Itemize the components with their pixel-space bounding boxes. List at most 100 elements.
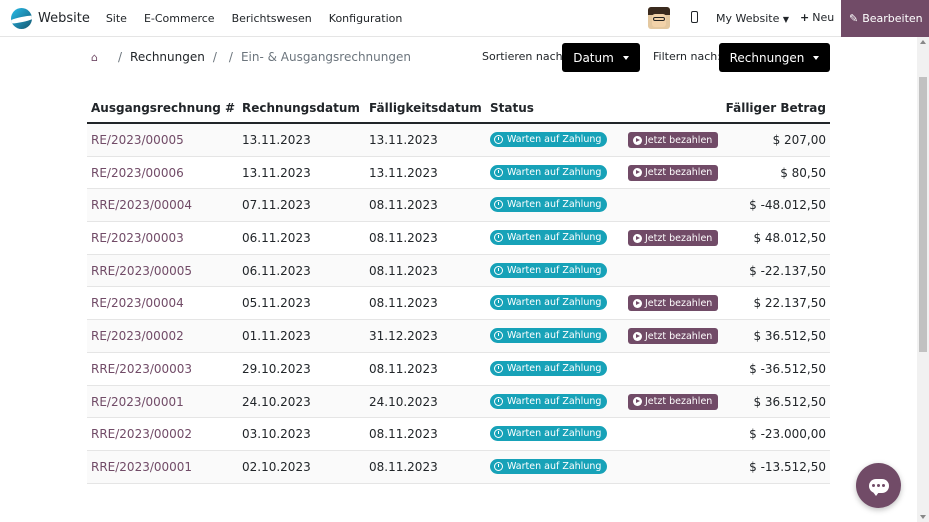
status-badge: Warten auf Zahlung <box>490 230 608 246</box>
clock-icon <box>494 461 503 471</box>
website-app-brand[interactable]: Website <box>11 7 90 29</box>
pay-now-button[interactable]: Jetzt bezahlen <box>628 230 719 247</box>
pay-now-button[interactable]: Jetzt bezahlen <box>628 328 719 345</box>
sort-dropdown[interactable]: Datum <box>562 43 640 72</box>
status-badge: Warten auf Zahlung <box>490 262 608 278</box>
amount-due: $ 36.512,50 <box>753 394 826 409</box>
clock-icon <box>494 200 503 210</box>
invoice-date: 13.11.2023 <box>242 133 311 147</box>
caret-down-icon <box>813 55 820 60</box>
invoice-number-link[interactable]: RRE/2023/00004 <box>91 198 192 212</box>
pencil-icon: ✎ <box>849 12 859 25</box>
scroll-up-arrow-icon[interactable] <box>920 40 926 44</box>
plus-icon: + <box>800 11 810 24</box>
table-row[interactable]: RE/2023/00001 24.10.2023 24.10.2023 Warten … <box>87 385 830 419</box>
invoice-table: Ausgangsrechnung # Rechnungsdatum Fällig… <box>87 93 830 484</box>
amount-due: $ -23.000,00 <box>749 427 826 442</box>
pay-now-button[interactable]: Jetzt bezahlen <box>628 164 719 181</box>
clock-icon <box>494 135 503 144</box>
arrow-circle-right-icon <box>633 331 642 341</box>
website-switcher[interactable]: My Website ▼ <box>716 12 789 25</box>
pay-now-button[interactable]: Jetzt bezahlen <box>628 132 719 148</box>
table-row[interactable]: RRE/2023/00005 06.11.2023 08.11.2023 Warten… <box>87 254 830 288</box>
table-row[interactable]: RRE/2023/00002 03.10.2023 08.11.2023 Warten… <box>87 418 830 451</box>
due-date: 13.11.2023 <box>369 133 438 147</box>
new-content-button[interactable]: + Neu <box>800 11 834 24</box>
clock-icon <box>494 396 503 406</box>
table-header: Ausgangsrechnung # Rechnungsdatum Fällig… <box>87 93 830 124</box>
sort-value: Datum <box>573 50 614 65</box>
column-header-amount: Fälliger Betrag <box>725 101 826 115</box>
invoice-number-link[interactable]: RRE/2023/00003 <box>91 362 192 376</box>
breadcrumb-separator: / <box>118 50 123 64</box>
home-icon[interactable]: ⌂ <box>91 52 102 63</box>
amount-due: $ -36.512,50 <box>749 361 826 376</box>
due-date: 08.11.2023 <box>369 263 438 278</box>
sort-label: Sortieren nach: <box>482 50 567 63</box>
status-label: Warten auf Zahlung <box>507 428 602 440</box>
arrow-circle-right-icon <box>633 397 642 406</box>
table-row[interactable]: RE/2023/00004 05.11.2023 08.11.2023 Warten … <box>87 287 830 321</box>
clock-icon <box>494 429 503 439</box>
due-date: 08.11.2023 <box>369 198 438 213</box>
table-row[interactable]: RE/2023/00003 06.11.2023 08.11.2023 Warten … <box>87 222 830 255</box>
invoice-date: 07.11.2023 <box>242 198 311 213</box>
table-row[interactable]: RE/2023/00006 13.11.2023 13.11.2023 Warten … <box>87 157 830 190</box>
filter-label: Filtern nach: <box>653 50 721 63</box>
invoice-number-link[interactable]: RRE/2023/00001 <box>91 460 192 474</box>
amount-due: $ 80,50 <box>780 165 826 180</box>
user-avatar[interactable] <box>648 7 670 29</box>
table-row[interactable]: RE/2023/00002 01.11.2023 31.12.2023 Warten … <box>87 320 830 353</box>
pay-now-label: Jetzt bezahlen <box>645 167 713 179</box>
status-label: Warten auf Zahlung <box>507 297 602 309</box>
menu-item-configuration[interactable]: Konfiguration <box>329 12 403 25</box>
invoice-date: 24.10.2023 <box>242 394 311 409</box>
invoice-number-link[interactable]: RE/2023/00006 <box>91 166 184 180</box>
due-date: 31.12.2023 <box>369 329 438 344</box>
due-date: 13.11.2023 <box>369 165 438 180</box>
invoice-number-link[interactable]: RRE/2023/00005 <box>91 264 192 278</box>
clock-icon <box>494 265 503 275</box>
main-menu: Site E-Commerce Berichtswesen Konfigurat… <box>106 12 420 25</box>
menu-item-ecommerce[interactable]: E-Commerce <box>144 12 215 25</box>
amount-due: $ -13.512,50 <box>749 459 826 474</box>
invoice-number-link[interactable]: RE/2023/00005 <box>91 133 184 147</box>
due-date: 08.11.2023 <box>369 427 438 442</box>
status-badge: Warten auf Zahlung <box>490 426 608 442</box>
clock-icon <box>494 363 503 373</box>
amount-due: $ -48.012,50 <box>749 198 826 213</box>
invoice-number-link[interactable]: RE/2023/00002 <box>91 329 184 343</box>
caret-down-icon <box>622 55 629 60</box>
menu-item-site[interactable]: Site <box>106 12 127 25</box>
menu-item-reporting[interactable]: Berichtswesen <box>232 12 312 25</box>
scroll-down-arrow-icon[interactable] <box>920 515 926 519</box>
live-chat-button[interactable] <box>856 463 901 508</box>
status-badge: Warten auf Zahlung <box>490 295 608 311</box>
table-row[interactable]: RE/2023/00005 13.11.2023 13.11.2023 Warten … <box>87 124 830 157</box>
breadcrumb: ⌂ / Rechnungen / / Ein- & Ausgangsrechnu… <box>91 50 411 64</box>
table-row[interactable]: RRE/2023/00001 02.10.2023 08.11.2023 Warten… <box>87 450 830 484</box>
breadcrumb-invoices[interactable]: Rechnungen <box>130 50 205 64</box>
invoice-date: 06.11.2023 <box>242 263 311 278</box>
invoice-number-link[interactable]: RE/2023/00003 <box>91 231 184 245</box>
edit-button[interactable]: ✎ Bearbeiten <box>841 0 929 37</box>
clock-icon <box>494 167 503 177</box>
table-row[interactable]: RRE/2023/00004 07.11.2023 08.11.2023 Warten… <box>87 189 830 223</box>
invoice-number-link[interactable]: RRE/2023/00002 <box>91 427 192 441</box>
table-row[interactable]: RRE/2023/00003 29.10.2023 08.11.2023 Warten… <box>87 353 830 386</box>
pay-now-button[interactable]: Jetzt bezahlen <box>628 393 719 410</box>
invoice-number-link[interactable]: RE/2023/00001 <box>91 395 184 409</box>
top-navbar: Website Site E-Commerce Berichtswesen Ko… <box>0 0 929 37</box>
due-date: 08.11.2023 <box>369 361 438 376</box>
status-label: Warten auf Zahlung <box>507 199 602 211</box>
status-badge: Warten auf Zahlung <box>490 360 608 376</box>
scrollbar-thumb[interactable] <box>919 77 927 352</box>
invoice-number-link[interactable]: RE/2023/00004 <box>91 296 184 310</box>
pay-now-button[interactable]: Jetzt bezahlen <box>628 295 719 312</box>
chevron-down-icon: ▼ <box>782 15 790 24</box>
filter-dropdown[interactable]: Rechnungen <box>719 43 830 72</box>
mobile-preview-icon[interactable] <box>691 11 698 23</box>
status-label: Warten auf Zahlung <box>507 166 602 178</box>
page-scrollbar[interactable] <box>917 37 929 522</box>
clock-icon <box>494 298 503 308</box>
